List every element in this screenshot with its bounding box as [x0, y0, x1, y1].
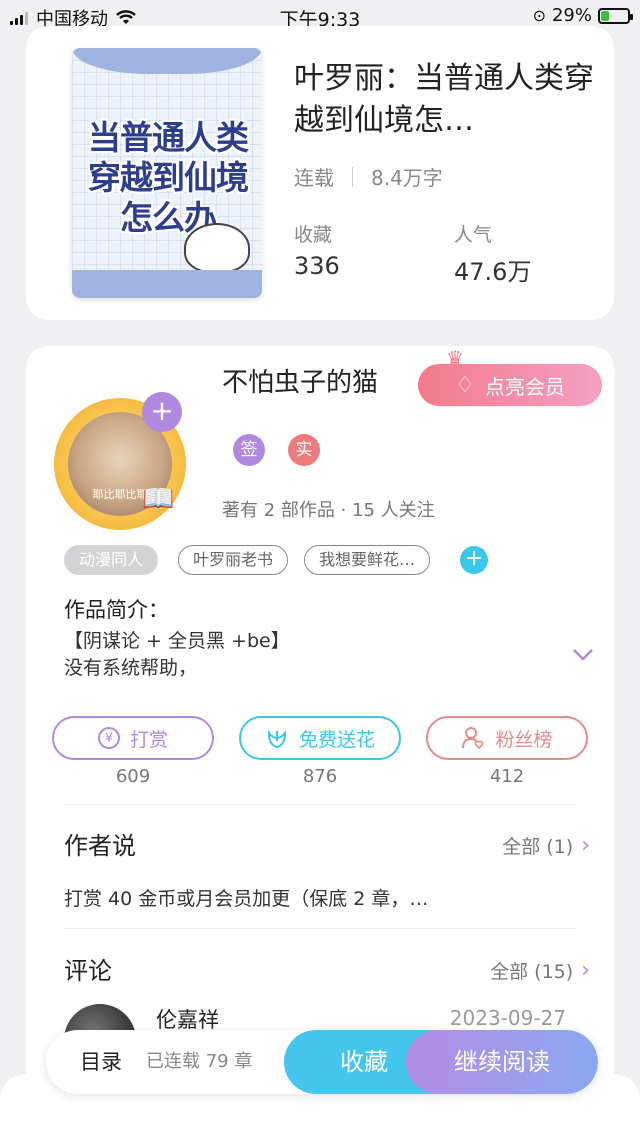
status-right: ⊙ 29%: [532, 5, 633, 26]
toc-button[interactable]: 目录: [80, 1030, 122, 1094]
author-card: 耶比耶比耶 📖 + 不怕虫子的猫 ♛ ♢ 点亮会员 签 实 著有 2 部作品 ·…: [26, 346, 614, 1106]
author-says-count: 全部 (1): [502, 836, 574, 858]
fans-label: 粉丝榜: [495, 728, 553, 751]
follow-plus-button[interactable]: +: [142, 392, 182, 432]
cover-title: 当普通人类穿越到仙境怎么办: [88, 118, 249, 237]
book-status: 连载: [294, 166, 334, 190]
author-says-text[interactable]: 打赏 40 金币或月会员加更（保底 2 章，…: [64, 886, 428, 913]
flower-icon: [267, 730, 286, 749]
continue-reading-button[interactable]: 继续阅读: [406, 1030, 598, 1094]
favorites-value: 336: [294, 252, 340, 280]
vip-button-label: 点亮会员: [484, 374, 565, 399]
popularity-label: 人气: [454, 224, 493, 246]
divider: [64, 804, 576, 805]
comments-heading: 评论: [64, 957, 112, 985]
fans-count: 412: [489, 766, 525, 787]
tip-label: 打赏: [129, 728, 168, 751]
flower-label: 免费送花: [298, 728, 375, 751]
signed-badge: 签: [233, 434, 265, 466]
book-cover[interactable]: 当普通人类穿越到仙境怎么办: [72, 48, 262, 298]
author-says-heading: 作者说: [64, 832, 136, 860]
intro-line-2: 没有系统帮助，: [64, 657, 198, 679]
verified-badge: 实: [288, 434, 320, 466]
diamond-icon: ♢: [455, 372, 475, 398]
tag-item[interactable]: 我想要鲜花…: [304, 545, 431, 575]
tag-item[interactable]: 叶罗丽老书: [178, 545, 289, 575]
word-count: 8.4万字: [371, 166, 443, 190]
add-tag-button[interactable]: +: [460, 546, 488, 574]
battery-icon: [598, 7, 633, 24]
flower-count: 876: [302, 766, 338, 787]
book-title: 叶罗丽：当普通人类穿越到仙境怎…: [294, 61, 594, 138]
divider: [64, 928, 576, 929]
intro-label: 作品简介：: [64, 598, 169, 622]
chevron-down-icon[interactable]: [572, 648, 594, 662]
cover-cat-illustration: [184, 223, 250, 273]
tip-button[interactable]: ¥ 打赏: [52, 716, 214, 760]
orientation-lock-icon: ⊙: [532, 6, 546, 25]
book-icon: 📖: [142, 484, 175, 514]
tip-count: 609: [115, 766, 151, 787]
fans-ranking-button[interactable]: 粉丝榜: [426, 716, 588, 760]
intro-line-1: 【阴谋论 + 全员黑 +be】: [64, 630, 290, 652]
author-name: 不怕虫子的猫: [222, 368, 379, 398]
battery-percent: 29%: [551, 5, 592, 26]
chapter-count: 已连载 79 章: [146, 1051, 253, 1072]
tag-item[interactable]: 动漫同人: [64, 545, 159, 575]
bottom-action-bar: 目录 已连载 79 章 收藏 继续阅读: [46, 1030, 598, 1094]
comments-more-link[interactable]: 全部 (15) ›: [490, 957, 590, 984]
vip-button[interactable]: ♢ 点亮会员: [418, 364, 602, 406]
author-stats: 著有 2 部作品 · 15 人关注: [222, 500, 435, 521]
book-meta: 连载 8.4万字: [294, 162, 443, 191]
chevron-right-icon: ›: [581, 958, 590, 983]
popularity-value: 47.6万: [454, 258, 532, 286]
cover-bottom-banner: [72, 270, 262, 298]
coin-icon: ¥: [97, 727, 120, 749]
chevron-right-icon: ›: [581, 833, 590, 858]
battery-fill: [601, 10, 609, 21]
meta-divider: [352, 166, 353, 187]
favorites-label: 收藏: [294, 224, 333, 246]
fan-user-icon: [462, 727, 484, 750]
cover-top-banner: [72, 48, 262, 74]
comments-count: 全部 (15): [490, 961, 574, 983]
author-says-more-link[interactable]: 全部 (1) ›: [502, 832, 590, 859]
comment-date: 2023-09-27: [449, 1006, 566, 1030]
send-flower-button[interactable]: 免费送花: [239, 716, 401, 760]
book-info-card: 当普通人类穿越到仙境怎么办 叶罗丽：当普通人类穿越到仙境怎… 连载 8.4万字 …: [26, 26, 614, 320]
